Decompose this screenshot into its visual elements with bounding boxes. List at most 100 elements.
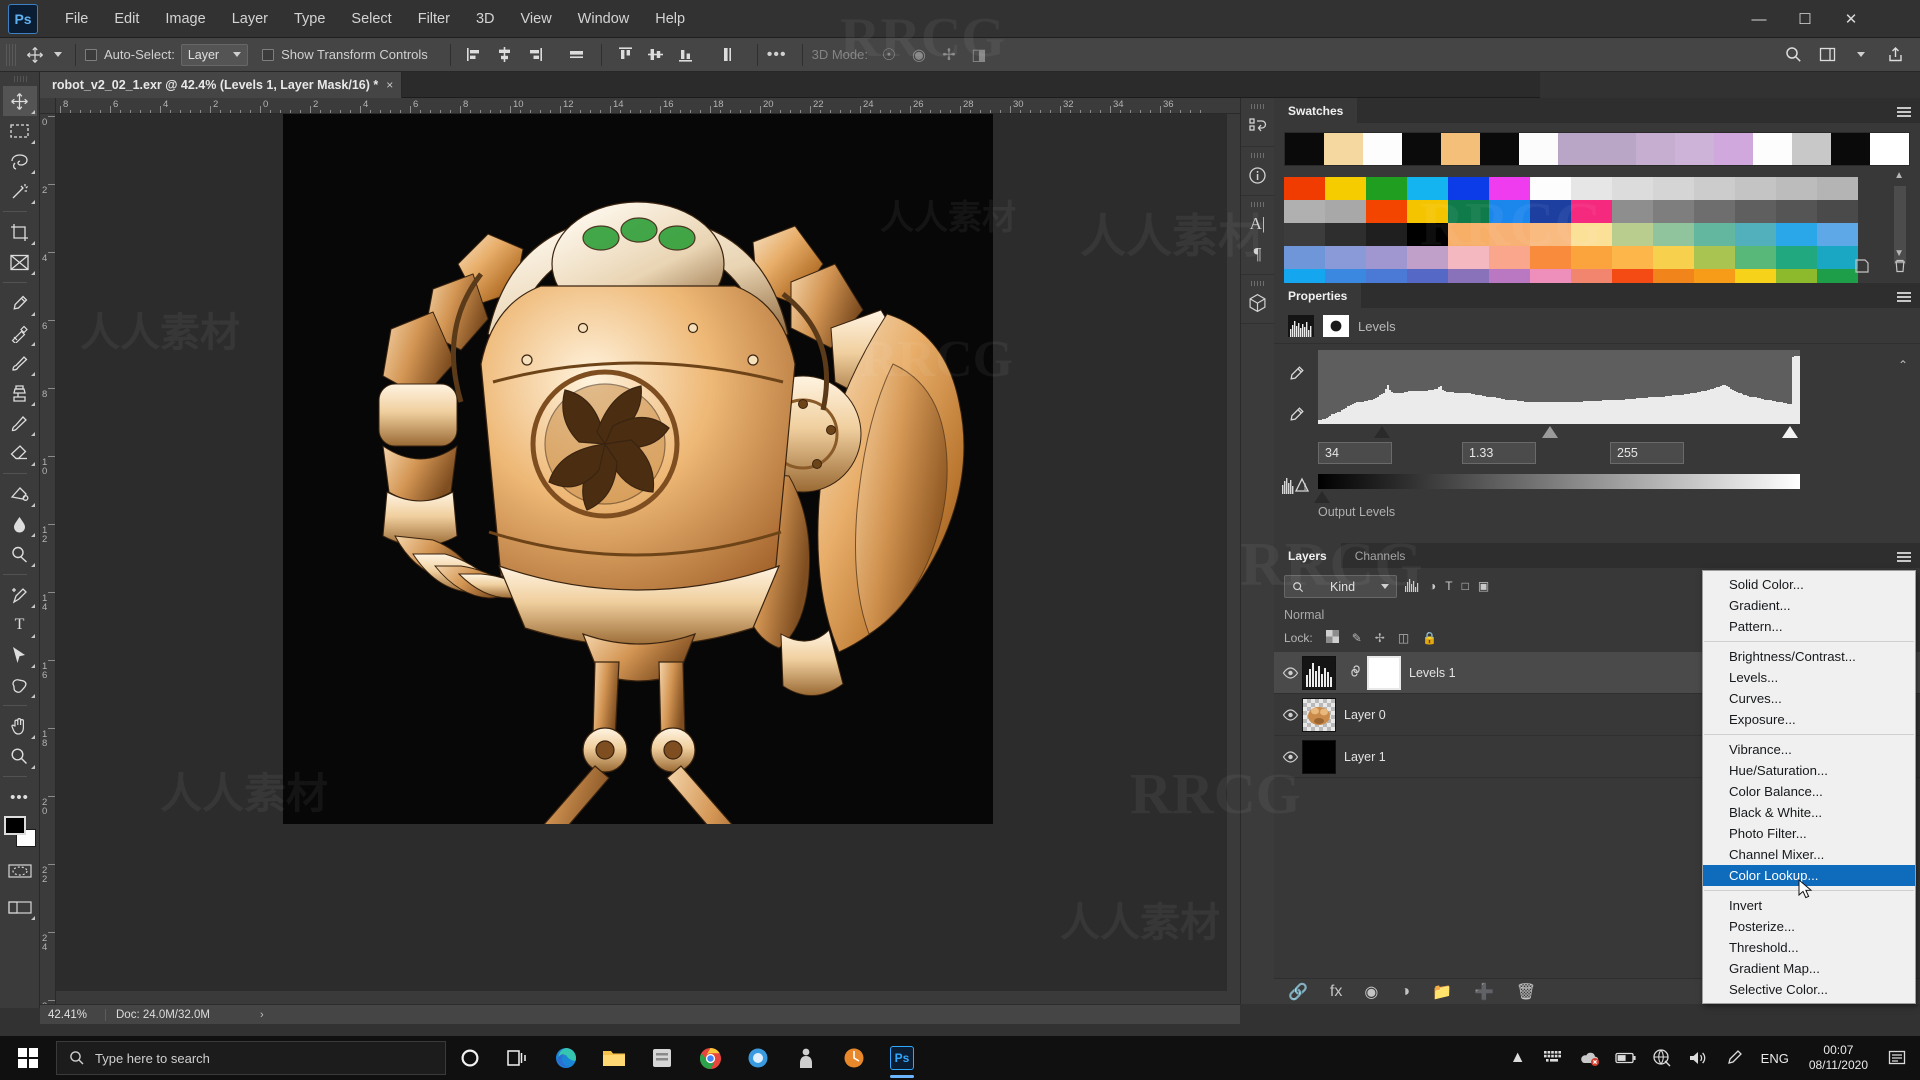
levels-output-sliders[interactable]	[1318, 489, 1800, 503]
swatch[interactable]	[1448, 177, 1489, 200]
toolbar-grip[interactable]	[14, 76, 28, 82]
lock-transparent-pixels-icon[interactable]	[1326, 630, 1339, 646]
magic-wand-tool-icon[interactable]	[3, 176, 37, 206]
color-swatches[interactable]	[3, 814, 37, 848]
zoom-level[interactable]: 42.41%	[40, 1009, 106, 1021]
panel-menu-icon[interactable]	[1897, 552, 1911, 562]
lock-position-icon[interactable]: ✢	[1375, 631, 1385, 645]
quick-mask-mode-icon[interactable]	[3, 856, 37, 886]
swatch[interactable]	[1694, 246, 1735, 269]
auto-select-scope-dropdown[interactable]: Layer	[181, 44, 248, 66]
swatch[interactable]	[1653, 223, 1694, 246]
crop-tool-icon[interactable]	[3, 217, 37, 247]
context-menu-item[interactable]: Selective Color...	[1703, 979, 1915, 1000]
menu-help[interactable]: Help	[642, 6, 698, 32]
new-group-icon[interactable]: 📁	[1432, 982, 1452, 1002]
status-expand-icon[interactable]: ›	[260, 1009, 264, 1021]
new-layer-icon[interactable]: ➕	[1474, 982, 1494, 1002]
brush-tool-icon[interactable]	[3, 348, 37, 378]
swatch[interactable]	[1407, 246, 1448, 269]
tab-channels[interactable]: Channels	[1341, 543, 1420, 568]
swatch[interactable]	[1366, 200, 1407, 223]
context-menu-item[interactable]: Channel Mixer...	[1703, 844, 1915, 865]
swatch[interactable]	[1407, 177, 1448, 200]
swatch[interactable]	[1735, 223, 1776, 246]
3d-icon[interactable]	[1243, 288, 1273, 318]
swatch[interactable]	[1694, 200, 1735, 223]
align-left-edges-icon[interactable]	[460, 42, 490, 68]
swatch[interactable]	[1571, 223, 1612, 246]
task-view-icon[interactable]	[494, 1036, 542, 1080]
swatch[interactable]	[1612, 223, 1653, 246]
workspace-icon[interactable]	[1812, 42, 1842, 68]
menu-type[interactable]: Type	[281, 6, 338, 32]
context-menu-item[interactable]: Curves...	[1703, 688, 1915, 709]
panel-menu-icon[interactable]	[1897, 107, 1911, 117]
black-input-slider[interactable]	[1374, 426, 1390, 438]
input-black-field[interactable]: 34	[1318, 442, 1392, 464]
swatch[interactable]	[1653, 200, 1694, 223]
minimize-button[interactable]: —	[1736, 0, 1782, 38]
black-point-eyedropper-icon[interactable]	[1286, 364, 1306, 389]
lock-image-pixels-icon[interactable]: ✎	[1352, 631, 1362, 645]
recent-swatch[interactable]	[1402, 133, 1441, 165]
search-icon[interactable]	[1778, 42, 1808, 68]
document-artboard[interactable]	[283, 114, 993, 824]
swatch[interactable]	[1776, 200, 1817, 223]
language-indicator[interactable]: ENG	[1753, 1036, 1797, 1080]
canvas-horizontal-scrollbar[interactable]	[56, 991, 1240, 1004]
context-menu-item[interactable]: Exposure...	[1703, 709, 1915, 730]
blend-mode-dropdown[interactable]: Normal	[1284, 608, 1324, 622]
gray-point-eyedropper-icon[interactable]	[1286, 405, 1306, 430]
google-chrome-icon[interactable]	[686, 1036, 734, 1080]
show-transform-checkbox[interactable]	[262, 49, 274, 61]
align-top-edges-icon[interactable]	[611, 42, 641, 68]
swatch[interactable]	[1284, 223, 1325, 246]
swatch[interactable]	[1612, 200, 1653, 223]
context-menu-item[interactable]: Hue/Saturation...	[1703, 760, 1915, 781]
swatch[interactable]	[1407, 200, 1448, 223]
swatch[interactable]	[1653, 246, 1694, 269]
swatch[interactable]	[1817, 177, 1858, 200]
mask-link-icon[interactable]	[1350, 663, 1361, 682]
info-icon[interactable]	[1243, 160, 1273, 190]
context-menu-item[interactable]: Color Balance...	[1703, 781, 1915, 802]
rectangular-marquee-tool-icon[interactable]	[3, 116, 37, 146]
lock-artboard-icon[interactable]: ◫	[1398, 631, 1409, 645]
context-menu-item[interactable]: Photo Filter...	[1703, 823, 1915, 844]
swatch[interactable]	[1407, 223, 1448, 246]
levels-input-sliders[interactable]	[1318, 424, 1800, 440]
swatch[interactable]	[1366, 223, 1407, 246]
swatch[interactable]	[1325, 177, 1366, 200]
layer-mask-thumbnail[interactable]	[1367, 656, 1401, 690]
swatch[interactable]	[1735, 200, 1776, 223]
menu-select[interactable]: Select	[338, 6, 404, 32]
network-disconnected-icon[interactable]	[1645, 1036, 1679, 1080]
show-hidden-icons[interactable]: ▲	[1501, 1036, 1535, 1080]
context-menu-item[interactable]: Posterize...	[1703, 916, 1915, 937]
app-icon-orange[interactable]	[830, 1036, 878, 1080]
paragraph-icon[interactable]: ¶	[1243, 239, 1273, 269]
swatch[interactable]	[1694, 177, 1735, 200]
recent-swatch[interactable]	[1714, 133, 1753, 165]
type-filter-icon[interactable]: T	[1445, 579, 1452, 595]
swatch[interactable]	[1571, 246, 1612, 269]
move-tool-icon[interactable]	[20, 42, 50, 68]
pen-tool-icon[interactable]	[3, 580, 37, 610]
lasso-tool-icon[interactable]	[3, 146, 37, 176]
blur-tool-icon[interactable]	[3, 509, 37, 539]
notification-center-icon[interactable]	[1880, 1036, 1914, 1080]
canvas-vertical-scrollbar[interactable]	[1227, 114, 1240, 1004]
swatch[interactable]	[1325, 246, 1366, 269]
swatch[interactable]	[1284, 200, 1325, 223]
recent-swatch[interactable]	[1675, 133, 1714, 165]
swatch[interactable]	[1817, 223, 1858, 246]
layer-visibility-icon[interactable]	[1278, 709, 1302, 721]
swatch[interactable]	[1448, 246, 1489, 269]
swatch[interactable]	[1817, 200, 1858, 223]
input-white-field[interactable]: 255	[1610, 442, 1684, 464]
hand-tool-icon[interactable]	[3, 711, 37, 741]
recent-swatch[interactable]	[1363, 133, 1402, 165]
swatch[interactable]	[1612, 246, 1653, 269]
screen-mode-icon[interactable]	[3, 892, 37, 922]
